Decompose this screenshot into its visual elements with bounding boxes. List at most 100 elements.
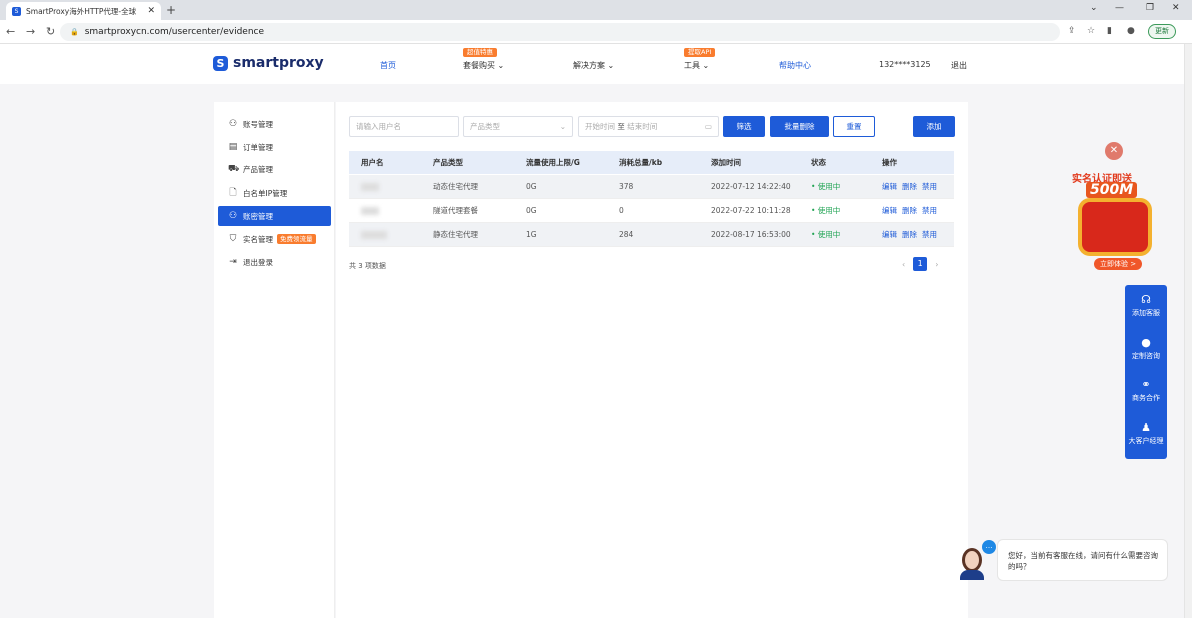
nav-packages[interactable]: 套餐购买 ⌄ <box>463 60 504 71</box>
reload-icon[interactable]: ↻ <box>46 25 55 38</box>
key-account-label: 大客户经理 <box>1128 437 1164 445</box>
back-icon[interactable]: ← <box>6 25 15 38</box>
free-traffic-badge: 免费领流量 <box>277 234 316 244</box>
share-icon[interactable]: ⇪ <box>1068 26 1076 36</box>
edit-link[interactable]: 编辑 <box>882 181 897 192</box>
batch-delete-button[interactable]: 批量删除 <box>770 116 829 137</box>
next-page-icon[interactable]: › <box>935 260 938 269</box>
user-phone[interactable]: 132****3125 <box>879 60 931 69</box>
users-icon: ⚇ <box>228 211 238 221</box>
sidebar-item-account[interactable]: ⚇ 账号管理 <box>218 114 331 134</box>
page-1-button[interactable]: 1 <box>913 257 928 271</box>
custom-consult-button[interactable]: ● 定制咨询 <box>1125 336 1167 361</box>
nav-packages-label: 套餐购买 <box>463 61 495 70</box>
sidebar-item-realname[interactable]: ⛉ 实名管理 免费领流量 <box>218 229 331 249</box>
logout-link[interactable]: 退出 <box>951 60 967 71</box>
chat-bubble-icon: … <box>982 540 996 554</box>
nav-solutions[interactable]: 解决方案 ⌄ <box>573 60 614 71</box>
new-tab-button[interactable]: + <box>166 3 176 17</box>
product-type-select[interactable]: 产品类型 ⌄ <box>463 116 573 137</box>
status-badge: • 使用中 <box>811 206 841 215</box>
sidebar-item-label: 账密管理 <box>243 211 273 221</box>
restore-button[interactable]: ❐ <box>1146 3 1154 13</box>
date-range-text: 开始时间 至 结束时间 <box>585 121 657 132</box>
add-support-button[interactable]: ☊ 添加客服 <box>1125 293 1167 318</box>
chat-message[interactable]: 您好，当前有客服在线，请问有什么需要咨询的吗？ <box>997 539 1168 581</box>
address-bar-row: ← → ↻ 🔒 smartproxycn.com/usercenter/evid… <box>0 20 1192 44</box>
edit-link[interactable]: 编辑 <box>882 229 897 240</box>
sidebar-item-logout[interactable]: ⇥ 退出登录 <box>218 252 331 272</box>
logout-icon: ⇥ <box>229 257 237 267</box>
close-window-button[interactable]: ✕ <box>1172 3 1180 13</box>
add-button[interactable]: 添加 <box>913 116 955 137</box>
used-cell: 378 <box>619 182 634 191</box>
reset-button[interactable]: 重置 <box>833 116 875 137</box>
sidebar-item-label: 退出登录 <box>243 257 273 267</box>
nav-help[interactable]: 帮助中心 <box>779 60 811 71</box>
promo-banner[interactable]: ✕ 实名认证即送 500M 立即体验 > <box>1062 142 1168 274</box>
col-status: 状态 <box>811 158 826 167</box>
nav-tools[interactable]: 工具 ⌄ <box>684 60 709 71</box>
key-account-button[interactable]: ♟ 大客户经理 <box>1125 421 1167 446</box>
tab-title: SmartProxy海外HTTP代理-全球 <box>26 6 137 16</box>
delete-link[interactable]: 删除 <box>902 205 917 216</box>
delete-link[interactable]: 删除 <box>902 181 917 192</box>
status-badge: • 使用中 <box>811 182 841 191</box>
close-icon[interactable]: ✕ <box>1105 142 1123 160</box>
browser-tabbar: S SmartProxy海外HTTP代理-全球 ✕ + ⌄ — ❐ ✕ <box>0 0 1192 20</box>
product-cell: 动态住宅代理 <box>433 182 478 191</box>
sidepanel-icon[interactable]: ▮ <box>1107 26 1112 36</box>
used-cell: 284 <box>619 230 634 239</box>
sidebar-item-label: 产品管理 <box>243 164 273 174</box>
chevron-down-icon: ⌄ <box>559 122 566 131</box>
delete-link[interactable]: 删除 <box>902 229 917 240</box>
bookmark-star-icon[interactable]: ☆ <box>1087 26 1095 36</box>
prev-page-icon[interactable]: ‹ <box>902 260 905 269</box>
site-header: S smartproxy 首页 超值特惠 套餐购买 ⌄ 解决方案 ⌄ 提取API… <box>0 44 1184 84</box>
pagination: ‹ 1 › <box>902 257 938 271</box>
disable-link[interactable]: 禁用 <box>922 229 937 240</box>
date-range-picker[interactable]: 开始时间 至 结束时间 ▭ <box>578 116 719 137</box>
sidebar-item-whitelist[interactable]: 🗋 白名单IP管理 <box>218 183 331 203</box>
profile-icon[interactable]: ● <box>1127 26 1135 36</box>
minimize-button[interactable]: — <box>1115 3 1124 13</box>
service-bar: ☊ 添加客服 ● 定制咨询 ⚭ 商务合作 ♟ 大客户经理 <box>1125 285 1167 459</box>
red-envelope-icon <box>1082 202 1148 252</box>
filter-button[interactable]: 筛选 <box>723 116 765 137</box>
nav-home[interactable]: 首页 <box>380 60 396 71</box>
url-input[interactable]: 🔒 smartproxycn.com/usercenter/evidence <box>60 23 1060 41</box>
browser-tab[interactable]: S SmartProxy海外HTTP代理-全球 ✕ <box>6 2 161 20</box>
col-username: 用户名 <box>361 158 384 167</box>
update-button[interactable]: 更新 <box>1148 24 1176 39</box>
close-tab-icon[interactable]: ✕ <box>147 6 155 16</box>
packages-badge: 超值特惠 <box>463 48 497 57</box>
edit-link[interactable]: 编辑 <box>882 205 897 216</box>
username-input[interactable]: 请输入用户名 <box>349 116 459 137</box>
site-logo[interactable]: S smartproxy <box>213 55 324 71</box>
username-placeholder: 请输入用户名 <box>356 122 401 131</box>
business-coop-button[interactable]: ⚭ 商务合作 <box>1125 378 1167 403</box>
col-product: 产品类型 <box>433 158 463 167</box>
shield-icon: ⛉ <box>229 234 237 244</box>
page-scrollbar[interactable] <box>1184 44 1192 618</box>
disable-link[interactable]: 禁用 <box>922 205 937 216</box>
limit-cell: 1G <box>526 230 537 239</box>
site-favicon-icon: S <box>12 6 21 16</box>
business-coop-label: 商务合作 <box>1132 394 1160 402</box>
cart-icon: ⛟ <box>228 163 240 174</box>
main-content: 请输入用户名 产品类型 ⌄ 开始时间 至 结束时间 ▭ 筛选 批量删除 重置 添… <box>336 102 968 618</box>
person-icon: ♟ <box>1141 421 1151 434</box>
custom-consult-label: 定制咨询 <box>1132 352 1160 360</box>
actions-cell: 编辑 删除 禁用 <box>882 199 942 222</box>
sidebar-item-products[interactable]: ⛟ 产品管理 <box>218 159 331 179</box>
limit-cell: 0G <box>526 182 537 191</box>
forward-icon[interactable]: → <box>26 25 35 38</box>
total-count: 共 3 项数据 <box>349 262 386 270</box>
promo-cta-button[interactable]: 立即体验 > <box>1094 258 1143 270</box>
table-row: 静态住宅代理 1G 284 2022-08-17 16:53:00 • 使用中 … <box>349 223 954 247</box>
sidebar-item-credentials[interactable]: ⚇ 账密管理 <box>218 206 331 226</box>
sidebar-item-orders[interactable]: ▤ 订单管理 <box>218 137 331 157</box>
tab-search-icon[interactable]: ⌄ <box>1090 3 1098 13</box>
chevron-down-icon: ⌄ <box>702 61 710 70</box>
disable-link[interactable]: 禁用 <box>922 181 937 192</box>
